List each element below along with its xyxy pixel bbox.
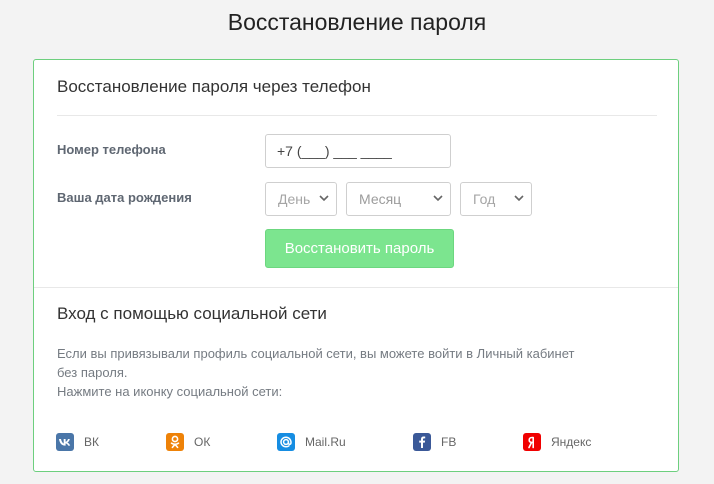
social-login-ok[interactable]: ОК [166, 432, 210, 452]
chevron-down-icon [319, 183, 329, 215]
social-instruction: Нажмите на иконку социальной сети: [57, 384, 283, 399]
page-title: Восстановление пароля [227, 9, 487, 35]
phone-section-title: Восстановление пароля через телефон [57, 77, 371, 96]
yandex-label: Яндекс [551, 435, 592, 449]
social-login-mailru[interactable]: Mail.Ru [277, 432, 346, 452]
chevron-down-icon [514, 183, 524, 215]
mailru-label: Mail.Ru [305, 435, 346, 449]
section-divider [57, 115, 657, 116]
facebook-icon [413, 433, 431, 451]
odnoklassniki-icon [166, 433, 184, 451]
social-description: Если вы привязывали профиль социальной с… [57, 344, 574, 401]
year-select[interactable]: Год [460, 182, 532, 216]
chevron-down-icon [433, 183, 443, 215]
day-select[interactable]: День [265, 182, 337, 216]
phone-label: Номер телефона [57, 142, 166, 157]
social-description-line: Если вы привязывали профиль социальной с… [57, 346, 575, 361]
social-login-fb[interactable]: FB [413, 432, 456, 452]
birthdate-label: Ваша дата рождения [57, 190, 192, 205]
ok-label: ОК [194, 435, 211, 449]
social-login-yandex[interactable]: Яндекс [523, 432, 591, 452]
restore-password-button[interactable]: Восстановить пароль [265, 229, 454, 268]
recovery-card: Восстановление пароля через телефон Номе… [33, 59, 679, 472]
phone-input[interactable] [265, 134, 451, 168]
yandex-icon [523, 433, 541, 451]
year-select-value: Год [473, 191, 496, 207]
day-select-value: День [278, 191, 311, 207]
month-select[interactable]: Месяц [346, 182, 451, 216]
mailru-icon [277, 433, 295, 451]
fb-label: FB [441, 435, 457, 449]
social-login-vk[interactable]: ВК [56, 432, 99, 452]
vk-label: ВК [84, 435, 99, 449]
section-divider [34, 287, 678, 288]
vk-icon [56, 433, 74, 451]
month-select-value: Месяц [359, 191, 402, 207]
social-description-line: без пароля. [57, 365, 128, 380]
social-section-title: Вход с помощью социальной сети [57, 304, 327, 323]
